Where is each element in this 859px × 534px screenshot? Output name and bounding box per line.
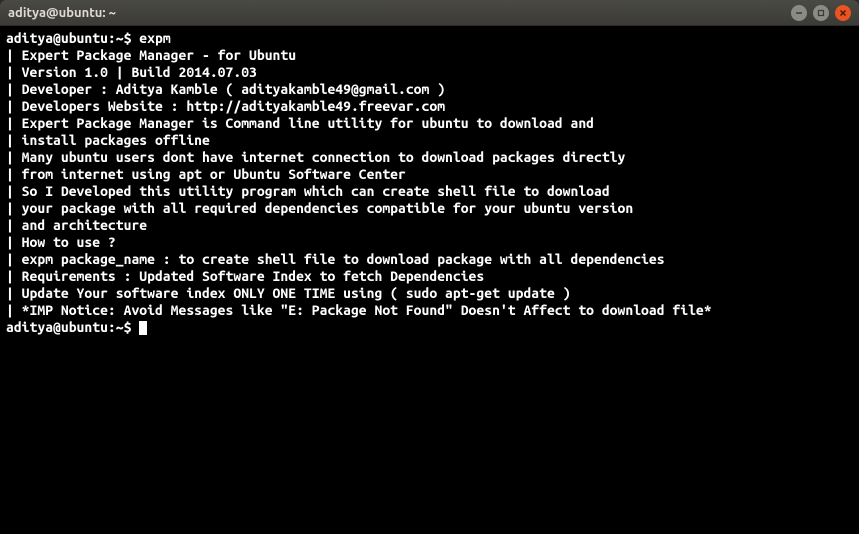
output-line: | from internet using apt or Ubuntu Soft… <box>6 166 853 183</box>
output-line: | Expert Package Manager - for Ubuntu <box>6 47 853 64</box>
close-icon <box>839 9 847 17</box>
window-controls <box>791 5 851 21</box>
output-line: | How to use ? <box>6 234 853 251</box>
output-line: | Version 1.0 | Build 2014.07.03 <box>6 64 853 81</box>
prompt: aditya@ubuntu:~$ <box>6 319 131 335</box>
command-output: | Expert Package Manager - for Ubuntu| V… <box>6 47 853 319</box>
titlebar[interactable]: aditya@ubuntu: ~ <box>0 0 859 26</box>
output-line: | Developer : Aditya Kamble ( adityakamb… <box>6 81 853 98</box>
terminal-body[interactable]: aditya@ubuntu:~$ expm| Expert Package Ma… <box>0 26 859 534</box>
window-title: aditya@ubuntu: ~ <box>8 6 791 20</box>
output-line: | So I Developed this utility program wh… <box>6 183 853 200</box>
maximize-icon <box>817 9 825 17</box>
output-line: | and architecture <box>6 217 853 234</box>
minimize-icon <box>795 9 803 17</box>
close-button[interactable] <box>835 5 851 21</box>
command-text: expm <box>139 30 170 46</box>
terminal-window: aditya@ubuntu: ~ aditya@ubuntu:~$ expm| … <box>0 0 859 534</box>
maximize-button[interactable] <box>813 5 829 21</box>
output-line: | Requirements : Updated Software Index … <box>6 268 853 285</box>
output-line: | install packages offline <box>6 132 853 149</box>
output-line: | Many ubuntu users dont have internet c… <box>6 149 853 166</box>
minimize-button[interactable] <box>791 5 807 21</box>
prompt: aditya@ubuntu:~$ <box>6 30 131 46</box>
output-line: | expm package_name : to create shell fi… <box>6 251 853 268</box>
output-line: | your package with all required depende… <box>6 200 853 217</box>
output-line: | *IMP Notice: Avoid Messages like "E: P… <box>6 302 853 319</box>
cursor <box>139 321 147 335</box>
output-line: | Developers Website : http://adityakamb… <box>6 98 853 115</box>
output-line: | Expert Package Manager is Command line… <box>6 115 853 132</box>
output-line: | Update Your software index ONLY ONE TI… <box>6 285 853 302</box>
